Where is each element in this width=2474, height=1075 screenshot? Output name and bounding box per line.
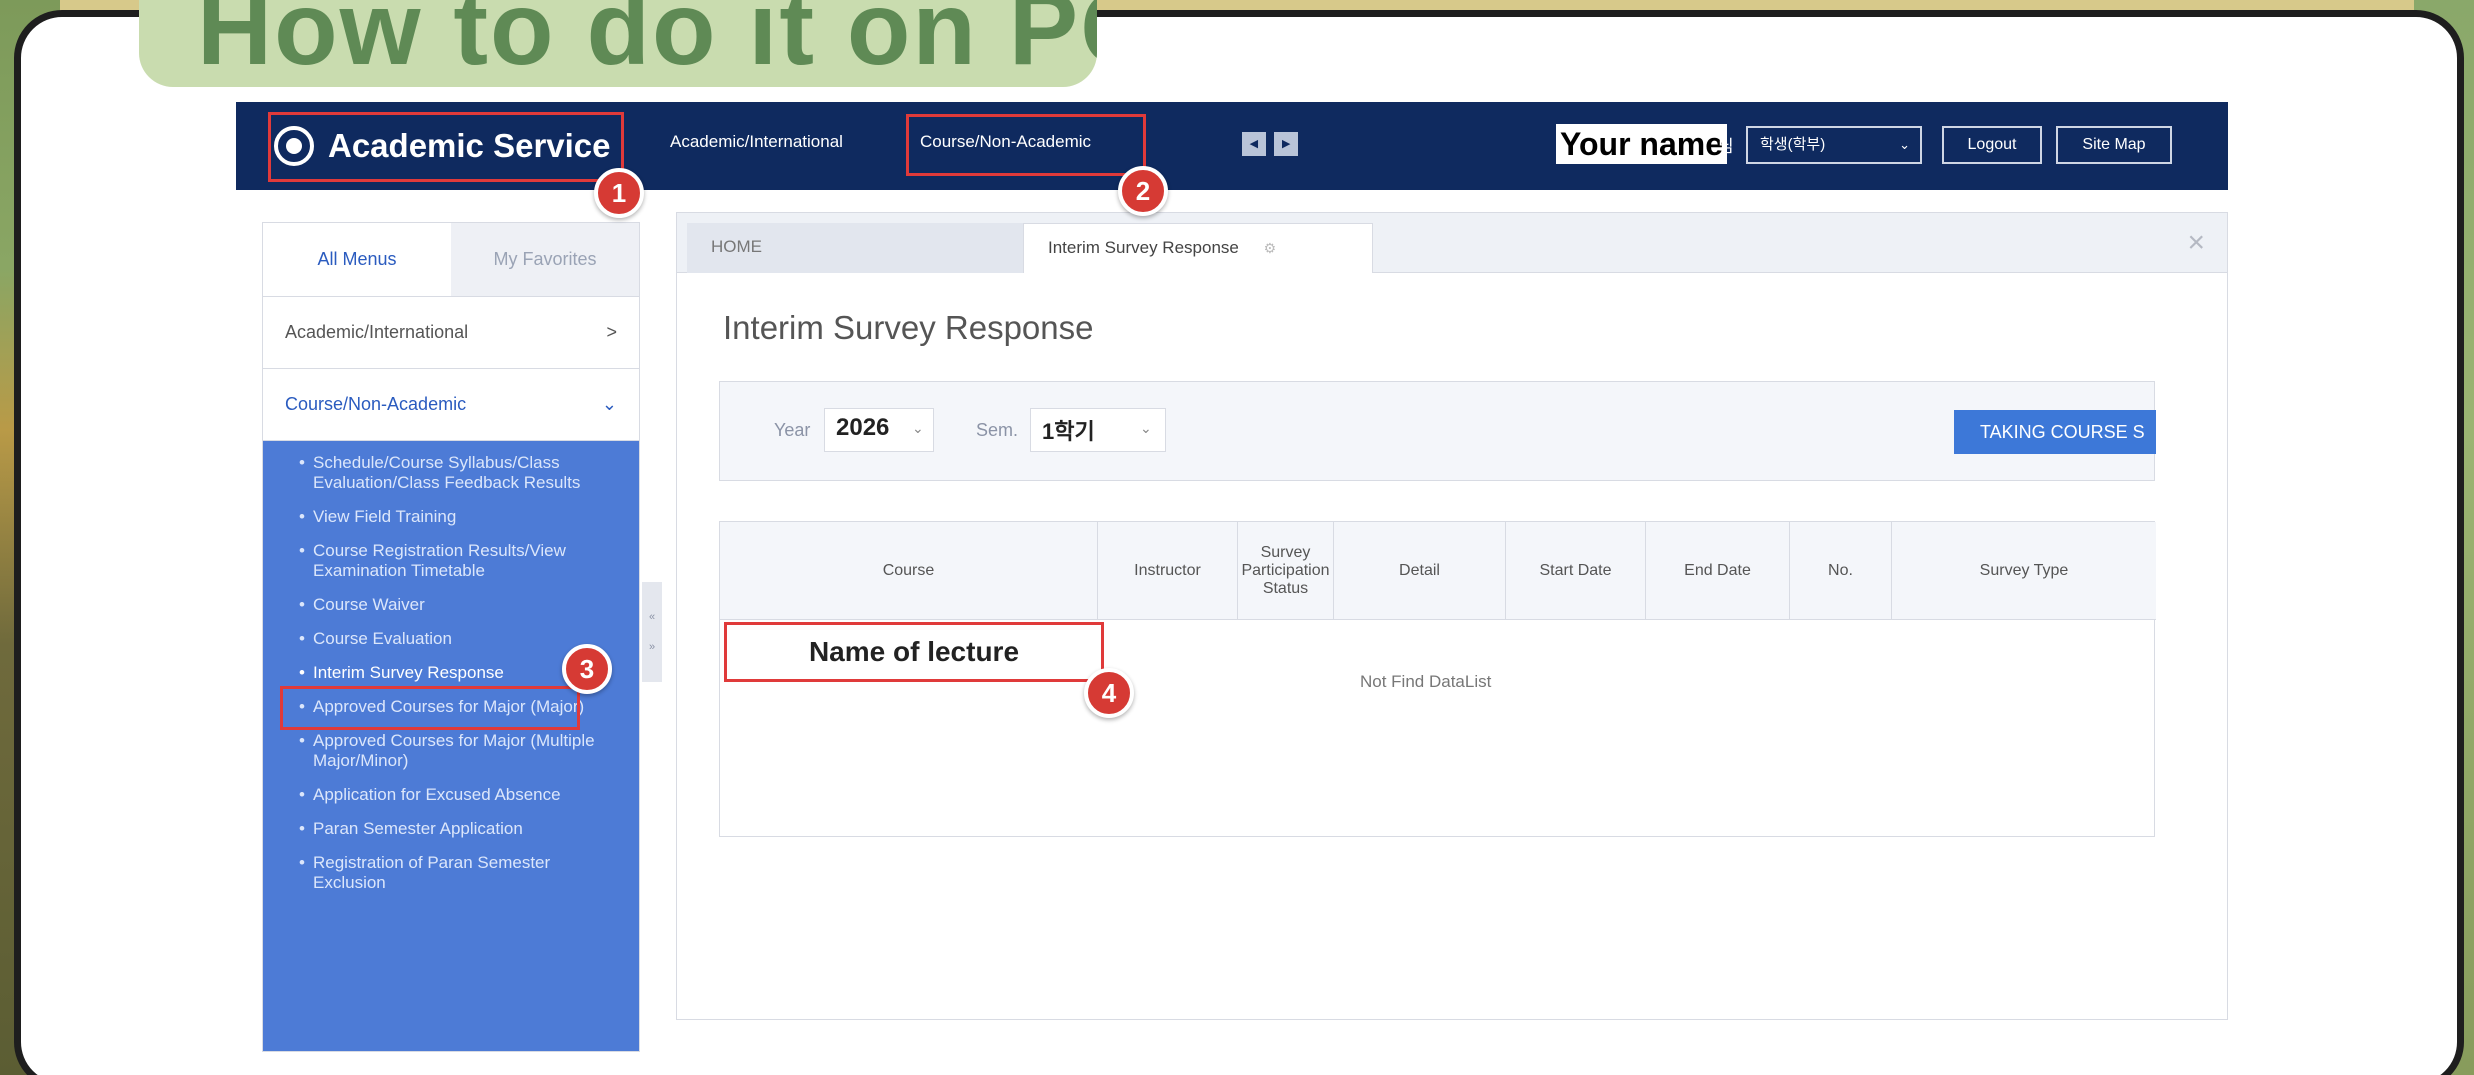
gear-icon[interactable]: ⚙ [1264,240,1277,256]
highlight-course-nav [906,114,1146,176]
callout-badge-3: 3 [562,644,612,694]
sidebar-group-academic[interactable]: Academic/International > [263,297,639,369]
taking-course-button[interactable]: TAKING COURSE S [1954,410,2156,454]
year-label: Year [774,420,811,440]
prev-arrow-icon[interactable]: ◂ [1242,132,1266,156]
sidebar-item[interactable]: Course Evaluation [299,629,599,649]
callout-badge-2: 2 [1118,166,1168,216]
empty-message: Not Find DataList [1360,672,1492,691]
column-header: Detail [1334,522,1506,620]
highlight-logo [268,112,624,182]
chevron-down-icon: ⌄ [601,394,617,414]
sidebar-collapse-handle[interactable]: «» [642,582,662,682]
user-name: Your name [1556,124,1727,164]
tab-my-favorites[interactable]: My Favorites [451,223,639,296]
content-panel: HOME Interim Survey Response ⚙ × Interim… [676,212,2228,1020]
chevron-right-icon: > [606,322,617,342]
callout-badge-1: 1 [594,168,644,218]
heading-tab: How to do it on PC [139,0,1097,87]
sidebar-item[interactable]: Application for Excused Absence [299,785,599,805]
close-icon[interactable]: × [2187,223,2205,263]
sidebar-item[interactable]: Paran Semester Application [299,819,599,839]
sidebar-group-label: Academic/International [285,322,469,342]
chevron-down-icon: ⌄ [912,420,924,436]
sidebar-group-label: Course/Non-Academic [285,394,467,414]
role-select-value: 학생(학부) [1760,136,1826,153]
chevron-down-icon: ⌄ [1140,420,1152,436]
column-header: Course [720,522,1098,620]
column-header: Instructor [1098,522,1238,620]
sidebar-item[interactable]: View Field Training [299,507,599,527]
app-screenshot: Academic Service Academic/International … [236,102,2228,1052]
column-header: Start Date [1506,522,1646,620]
tab-all-menus[interactable]: All Menus [263,223,451,296]
panel-tabs: HOME Interim Survey Response ⚙ × [677,213,2227,273]
survey-table: Course Instructor Survey Participation S… [719,521,2156,837]
role-select[interactable]: 학생(학부) ⌄ [1746,126,1922,164]
highlight-interim-survey [280,686,580,730]
callout-badge-4: 4 [1084,668,1134,718]
sidebar-tabs: All Menus My Favorites [263,223,639,297]
sidebar-item[interactable]: Course Registration Results/View Examina… [299,541,599,581]
sem-label: Sem. [976,420,1019,440]
column-header: No. [1790,522,1892,620]
sidebar-item[interactable]: Schedule/Course Syllabus/Class Evaluatio… [299,453,599,493]
lecture-name-highlight[interactable]: Name of lecture [724,622,1104,682]
year-value: 2026 [836,414,890,441]
nav-academic-international[interactable]: Academic/International [670,132,843,152]
heading-text: How to do it on PC [197,0,1097,87]
tab-interim-survey[interactable]: Interim Survey Response ⚙ [1023,223,1373,273]
table-header: Course Instructor Survey Participation S… [720,522,2156,620]
tab-home[interactable]: HOME [687,223,1023,273]
column-header: End Date [1646,522,1790,620]
sidebar-item-interim-survey[interactable]: Interim Survey Response [299,663,599,683]
sidebar-group-course[interactable]: Course/Non-Academic ⌄ [263,369,639,441]
sidebar-item[interactable]: Approved Courses for Major (Multiple Maj… [299,731,599,771]
sitemap-button[interactable]: Site Map [2056,126,2172,164]
sem-value: 1학기 [1042,419,1095,444]
submenu: Schedule/Course Syllabus/Class Evaluatio… [263,441,639,1051]
filter-bar: Year 2026 ⌄ Sem. 1학기 ⌄ TAKING COURSE S [719,381,2156,481]
chevron-down-icon: ⌄ [1899,137,1910,152]
column-header: Survey Type [1979,562,2069,579]
sidebar-item[interactable]: Registration of Paran Semester Exclusion [299,853,599,893]
user-suffix: 님 [1718,137,1734,156]
column-header: Survey Participation Status [1238,522,1334,620]
tab-label: Interim Survey Response [1048,238,1239,257]
next-arrow-icon[interactable]: ▸ [1274,132,1298,156]
sidebar: All Menus My Favorites Academic/Internat… [262,222,640,1052]
logout-button[interactable]: Logout [1942,126,2042,164]
sidebar-item[interactable]: Course Waiver [299,595,599,615]
page-title: Interim Survey Response [723,309,1094,346]
